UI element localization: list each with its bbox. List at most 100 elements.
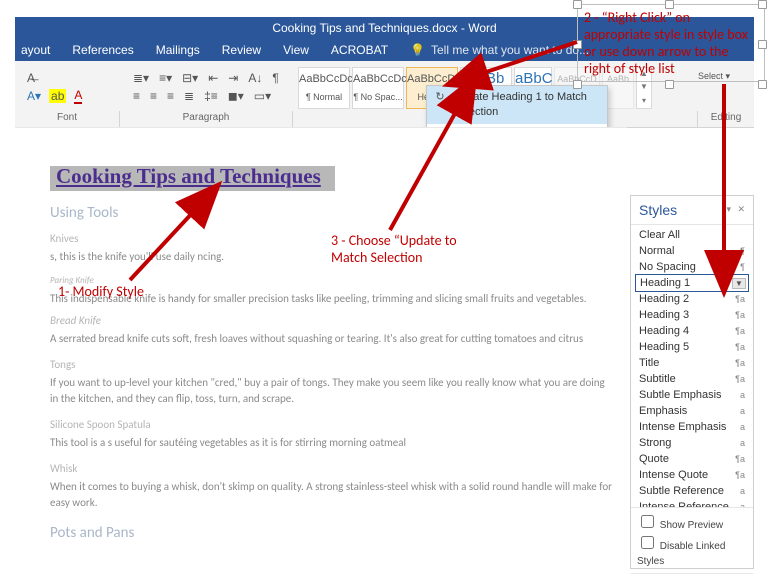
tell-me-input[interactable]: Tell me what you want to do... [431,43,589,57]
style-row-normal[interactable]: Normal¶ [635,243,749,259]
style-name: Intense Emphasis [639,421,726,433]
tab-acrobat[interactable]: ACROBAT [331,43,388,57]
heading-pots: Pots and Pans [50,525,615,541]
shading-icon[interactable]: ◼▾ [228,89,244,103]
body-bread: A serrated bread knife cuts soft, fresh … [50,331,615,347]
decrease-indent-icon[interactable]: ⇤ [208,71,218,85]
style-name: Subtle Emphasis [639,389,722,401]
highlight-icon[interactable]: ab [49,89,66,103]
disable-linked-checkbox[interactable]: Disable Linked Styles [637,533,747,569]
style-normal[interactable]: AaBbCcDc¶ Normal [298,67,350,109]
style-glyph: ¶ [740,262,745,272]
align-center-icon[interactable]: ≡ [150,89,157,103]
style-name: Normal [639,245,674,257]
handle [665,80,674,89]
document-page: Cooking Tips and Techniques Using Tools … [50,166,615,577]
justify-icon[interactable]: ≣ [184,89,194,103]
style-name: Intense Reference [639,501,729,507]
style-name: Intense Quote [639,469,708,481]
style-row-intense-reference[interactable]: Intense Referencea [635,499,749,507]
style-row-subtle-emphasis[interactable]: Subtle Emphasis a [635,387,749,403]
tab-layout[interactable]: ayout [21,43,50,57]
style-name: Heading 3 [639,309,689,321]
style-row-clear-all[interactable]: Clear All [635,227,749,243]
tab-mailings[interactable]: Mailings [156,43,200,57]
style-name: Subtitle [639,373,676,385]
sort-icon[interactable]: A↓ [248,71,262,85]
refresh-icon: ↻ [433,90,447,105]
tab-view[interactable]: View [283,43,309,57]
styles-list[interactable]: Clear AllNormal¶No Spacing¶Heading 1▼Hea… [631,225,753,507]
paragraph-row1: ≣▾ ≡▾ ⊟▾ ⇤ ⇥ A↓ ¶ [133,69,279,87]
style-row-quote[interactable]: Quote¶a [635,451,749,467]
show-marks-icon[interactable]: ¶ [272,71,278,85]
style-name: Clear All [639,229,680,241]
style-row-subtitle[interactable]: Subtitle¶a [635,371,749,387]
heading-bread: Bread Knife [50,313,615,329]
annotation-3: 3 - Choose “Update to Match Selection [331,232,461,266]
multilevel-icon[interactable]: ⊟▾ [182,71,198,85]
styles-pane-controls[interactable]: ▾ ✕ [726,204,747,215]
text-effects-icon[interactable]: A▾ [27,89,41,103]
style-glyph: a [740,390,745,400]
numbering-icon[interactable]: ≡▾ [159,71,172,85]
style-row-intense-quote[interactable]: Intense Quote¶a [635,467,749,483]
style-row-title[interactable]: Title¶a [635,355,749,371]
style-row-heading-5[interactable]: Heading 5¶a [635,339,749,355]
style-row-heading-2[interactable]: Heading 2¶a [635,291,749,307]
style-name: Heading 5 [639,341,689,353]
clear-format-icon[interactable]: A̶ [27,71,35,85]
heading-tongs: Tongs [50,357,615,373]
lightbulb-icon: 💡 [410,43,425,57]
font-color-icon[interactable]: A [74,88,82,104]
document-title-selection[interactable]: Cooking Tips and Techniques [50,166,335,191]
align-right-icon[interactable]: ≡ [167,89,174,103]
style-glyph: ¶a [735,326,745,336]
align-left-icon[interactable]: ≡ [133,89,140,103]
document-area[interactable]: Cooking Tips and Techniques Using Tools … [15,127,627,577]
handle [573,80,582,89]
style-glyph: ¶a [735,310,745,320]
style-row-intense-emphasis[interactable]: Intense Emphasis a [635,419,749,435]
handle [573,0,582,9]
style-row-heading-4[interactable]: Heading 4¶a [635,323,749,339]
style-name: Strong [639,437,671,449]
style-name: Heading 2 [639,293,689,305]
handle [665,0,674,9]
heading-whisk: Whisk [50,461,615,477]
tab-review[interactable]: Review [222,43,261,57]
style-row-emphasis[interactable]: Emphasis a [635,403,749,419]
increase-indent-icon[interactable]: ⇥ [228,71,238,85]
style-glyph: ¶a [735,454,745,464]
style-row-subtle-reference[interactable]: Subtle Referencea [635,483,749,499]
annotation-1: 1- Modify Style [58,283,144,300]
body-tongs: If you want to up-level your kitchen "cr… [50,375,615,407]
style-glyph: a [740,422,745,432]
style-dropdown-icon[interactable]: ▼ [732,278,746,289]
handle [573,40,582,49]
style-row-heading-3[interactable]: Heading 3 ¶a [635,307,749,323]
style-glyph: a [740,438,745,448]
borders-icon[interactable]: ▭▾ [254,89,271,103]
show-preview-checkbox[interactable]: Show Preview [637,512,747,533]
heading-spatula: Silicone Spoon Spatula [50,417,615,433]
font-icons-row2: A▾ ab A [27,87,82,105]
heading-using-tools: Using Tools [50,205,615,221]
style-row-strong[interactable]: Strong a [635,435,749,451]
group-font: Font [15,111,120,127]
style-name: Emphasis [639,405,687,417]
style-name: Heading 1 [640,277,690,289]
style-row-no-spacing[interactable]: No Spacing¶ [635,259,749,275]
body-whisk: When it comes to buying a whisk, don't s… [50,479,615,511]
bullets-icon[interactable]: ≣▾ [133,71,149,85]
font-icons-row: A̶ [27,69,35,87]
style-row-heading-1[interactable]: Heading 1 ▼ [635,274,749,292]
line-spacing-icon[interactable]: ‡≡ [204,89,218,103]
menu-update-to-match[interactable]: ↻Update Heading 1 to Match Selection [427,86,607,124]
tab-references[interactable]: References [72,43,133,57]
annotation-2: 2 - “Right Click” on appropriate style i… [577,4,765,82]
style-no-spacing[interactable]: AaBbCcDc¶ No Spac... [352,67,404,109]
style-glyph: a [740,406,745,416]
style-name: Title [639,357,659,369]
styles-pane: Styles ▾ ✕ Clear AllNormal¶No Spacing¶He… [630,195,754,569]
